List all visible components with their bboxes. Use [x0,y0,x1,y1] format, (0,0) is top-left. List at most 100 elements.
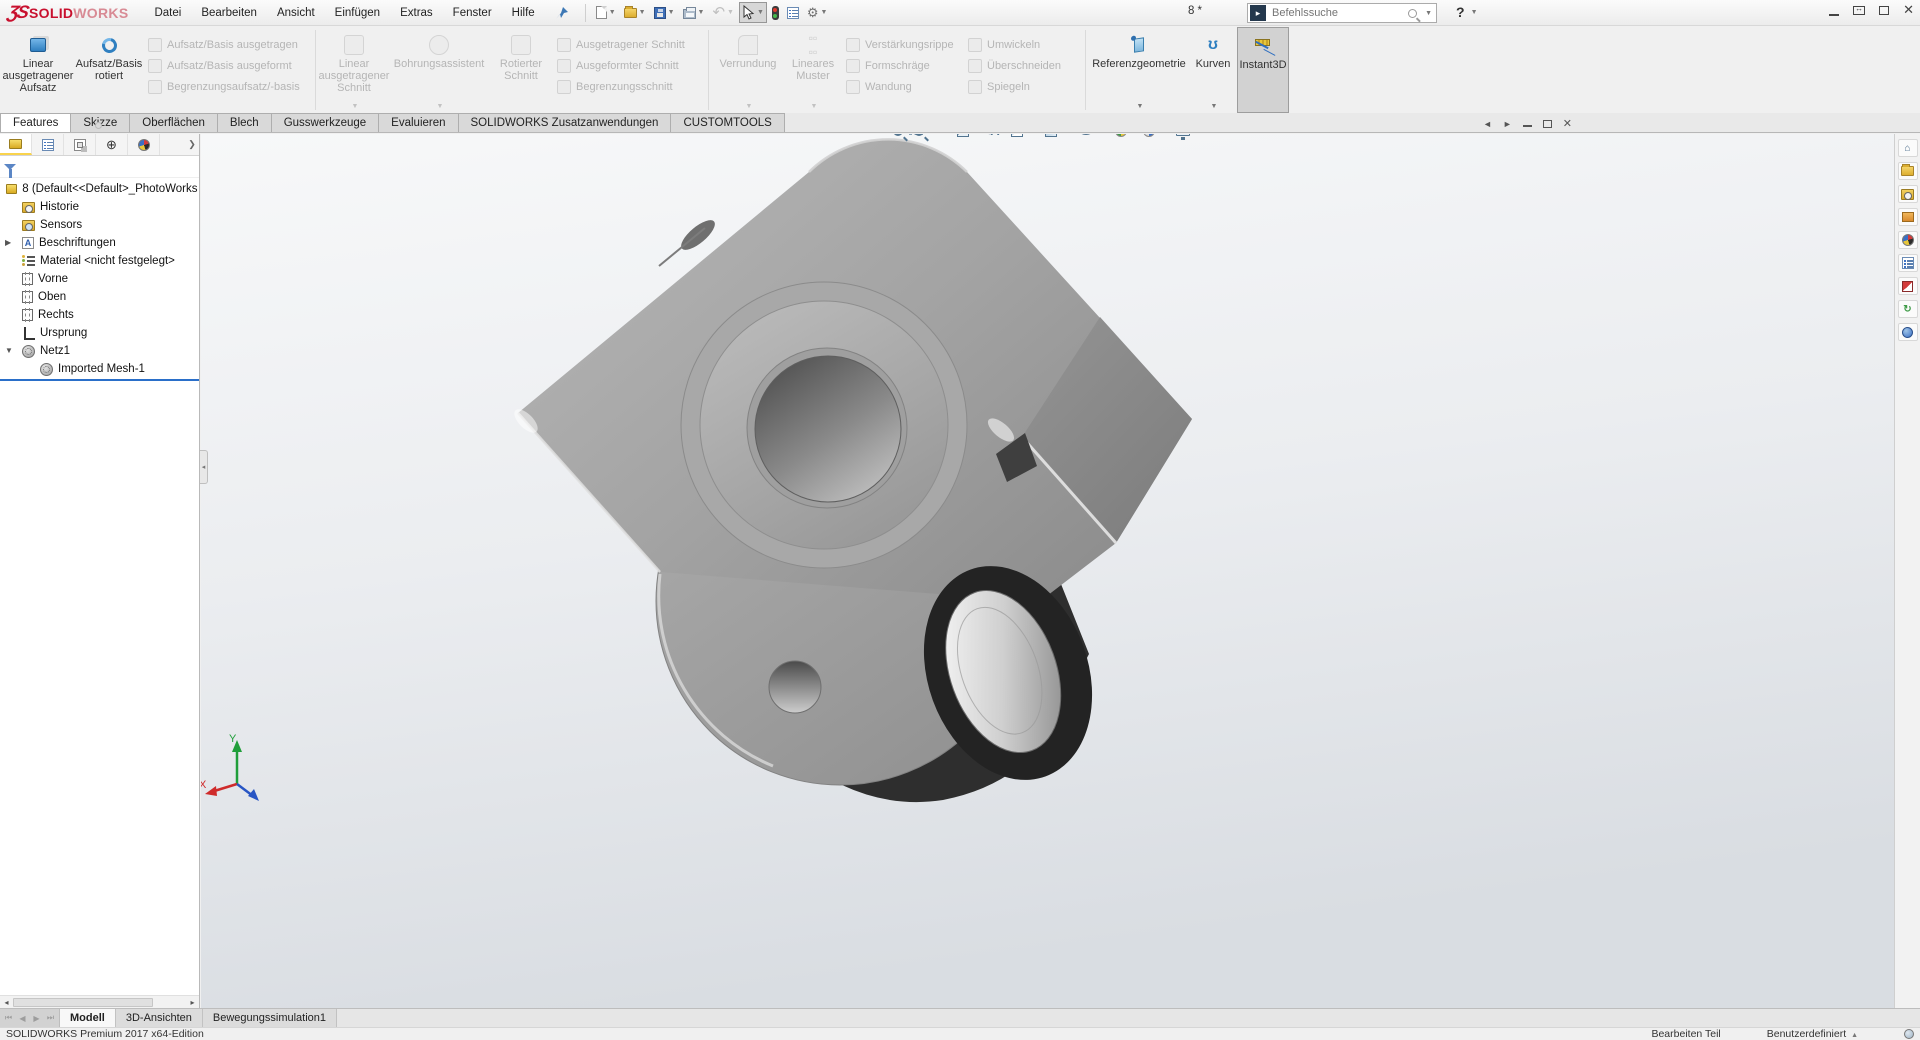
panel-tabs-overflow-icon[interactable]: ❯ [185,134,199,155]
panel-collapse-handle[interactable]: ◂ [200,450,208,484]
configurationmanager-tab[interactable] [64,134,96,155]
tab-customtools[interactable]: CUSTOMTOOLS [670,113,784,132]
search-options-caret-icon[interactable]: ▼ [1425,10,1432,17]
rebuild-button[interactable] [769,3,782,23]
intersect-button[interactable]: Überschneiden [964,55,1082,76]
tab-scroll-buttons[interactable]: ⏮ ◀ ▶ ⏭ [0,1009,60,1027]
section-view-button[interactable] [955,134,971,139]
tree-item-material[interactable]: Material <nicht festgelegt> [0,252,199,270]
curves-button[interactable]: ʊ Kurven ▼ [1189,27,1237,113]
next-document-icon[interactable]: ► [1503,119,1512,129]
tree-root-item[interactable]: 8 (Default<<Default>_PhotoWorks Displa [0,180,199,198]
search-input[interactable] [1270,6,1408,20]
fillet-button[interactable]: Verrundung ▼ [712,27,784,113]
tab-oberflaechen[interactable]: Oberflächen [129,113,218,132]
menu-extras[interactable]: Extras [390,2,443,24]
status-globe-icon[interactable] [1904,1029,1914,1039]
help-caret-icon[interactable]: ▼ [1471,9,1478,16]
hide-show-items-button[interactable]: ▼ [1077,134,1106,137]
file-explorer-icon[interactable] [1898,185,1918,203]
help-button[interactable]: ? [1452,4,1469,20]
tree-item-rechts[interactable]: Rechts [0,306,199,324]
rollback-bar[interactable] [0,379,199,381]
tab-evaluieren[interactable]: Evaluieren [378,113,458,132]
undo-button[interactable]: ↶▼ [709,3,737,23]
print-button[interactable]: ▼ [680,3,708,22]
command-search-box[interactable]: ▸ ▼ [1247,3,1437,23]
tab-zusatzanwendungen[interactable]: SOLIDWORKS Zusatzanwendungen [458,113,672,132]
revolved-boss-button[interactable]: Aufsatz/Basis rotiert [74,27,144,113]
boundary-cut-button[interactable]: Begrenzungsschnitt [553,76,705,97]
linear-pattern-button[interactable]: ▫▫▫▫ Lineares Muster ▼ [784,27,842,113]
shell-button[interactable]: Wandung [842,76,964,97]
doc-restore-icon[interactable] [1543,120,1552,128]
previous-view-button[interactable]: ↶ [933,134,948,139]
view-settings-button[interactable]: ▼ [1174,134,1203,138]
view-orientation-button[interactable]: ▼ [1009,134,1036,139]
mirror-button[interactable]: Spiegeln [964,76,1082,97]
minimize-button[interactable] [1829,14,1839,16]
extruded-cut-button[interactable]: Linear ausgetragener Schnitt ▼ [319,27,389,113]
settings-button[interactable]: ⚙▼ [804,3,831,22]
tree-item-beschriftungen[interactable]: ▶ A Beschriftungen [0,234,199,252]
maximize-restore-button[interactable] [1879,6,1889,15]
revolved-cut-button[interactable]: Rotierter Schnitt [489,27,553,113]
dimxpert-tab[interactable]: ⊕ [96,134,128,155]
pin-menu-icon[interactable] [555,6,569,20]
tree-horizontal-scrollbar[interactable]: ◂ ▸ [0,995,199,1008]
tree-item-sensors[interactable]: Sensors [0,216,199,234]
display-style-button[interactable]: ▼ [1043,134,1070,139]
wrap-button[interactable]: Umwickeln [964,34,1082,55]
custom-properties-icon[interactable] [1898,254,1918,272]
zoom-to-fit-button[interactable] [891,134,905,138]
tree-item-netz1[interactable]: ▼ Netz1 [0,342,199,360]
lofted-boss-button[interactable]: Aufsatz/Basis ausgeformt [144,55,312,76]
ct-documents-icon[interactable] [1898,277,1918,295]
open-button[interactable]: ▼ [621,5,649,21]
prev-tab-icon[interactable]: ◀ [16,1014,29,1023]
draft-button[interactable]: Formschräge [842,55,964,76]
displaymanager-tab[interactable] [128,134,160,155]
propertymanager-tab[interactable] [32,134,64,155]
restore-width-button[interactable] [1853,6,1865,15]
doc-close-icon[interactable]: ✕ [1563,117,1572,130]
featuremanager-tab[interactable] [0,134,32,155]
tab-blech[interactable]: Blech [217,113,272,132]
tab-bewegungssimulation[interactable]: Bewegungssimulation1 [203,1009,337,1027]
menu-einfuegen[interactable]: Einfügen [325,2,390,24]
annotation-views-button[interactable]: ✎A [978,134,1002,139]
appearances-scenes-icon[interactable] [1898,231,1918,249]
tab-3d-ansichten[interactable]: 3D-Ansichten [116,1009,203,1027]
previous-document-icon[interactable]: ◄ [1483,119,1492,129]
instant3d-button[interactable]: Instant3D [1237,27,1289,113]
swept-boss-button[interactable]: Aufsatz/Basis ausgetragen [144,34,312,55]
edit-appearance-button[interactable]: ✎ [1113,134,1134,139]
save-button[interactable]: ▼ [651,4,678,22]
scroll-left-icon[interactable]: ◂ [0,998,13,1007]
select-button[interactable]: ▼ [739,2,767,23]
scrollbar-thumb[interactable] [13,998,153,1007]
options-button[interactable] [784,4,802,22]
first-tab-icon[interactable]: ⏮ [2,1013,15,1023]
design-library-icon[interactable] [1898,162,1918,180]
tree-item-oben[interactable]: Oben [0,288,199,306]
menu-datei[interactable]: Datei [144,2,191,24]
tab-modell[interactable]: Modell [60,1009,116,1027]
search-icon[interactable] [1408,9,1417,18]
hole-wizard-button[interactable]: Bohrungsassistent ▼ [389,27,489,113]
tab-gusswerkzeuge[interactable]: Gusswerkzeuge [271,113,379,132]
menu-hilfe[interactable]: Hilfe [502,2,545,24]
panel-splitter-dot[interactable] [95,122,102,129]
boundary-boss-button[interactable]: Begrenzungsaufsatz/-basis [144,76,312,97]
apply-scene-button[interactable]: ▼ [1141,134,1168,139]
model-3d-view[interactable]: Y X [201,134,1894,1008]
display-state-selector[interactable]: Benutzerdefiniert ▲ [1767,1028,1858,1040]
tree-item-vorne[interactable]: Vorne [0,270,199,288]
expand-arrow-icon[interactable]: ▶ [5,238,11,247]
doc-minimize-icon[interactable] [1523,125,1532,127]
graphics-viewport[interactable]: Y X ↶ ✎A ▼ ▼ ▼ ✎ ▼ ▼ [201,134,1894,1008]
tree-item-historie[interactable]: Historie [0,198,199,216]
filter-funnel-icon[interactable] [4,164,16,170]
extruded-boss-button[interactable]: Linear ausgetragener Aufsatz [2,27,74,113]
close-button[interactable]: ✕ [1903,2,1914,18]
